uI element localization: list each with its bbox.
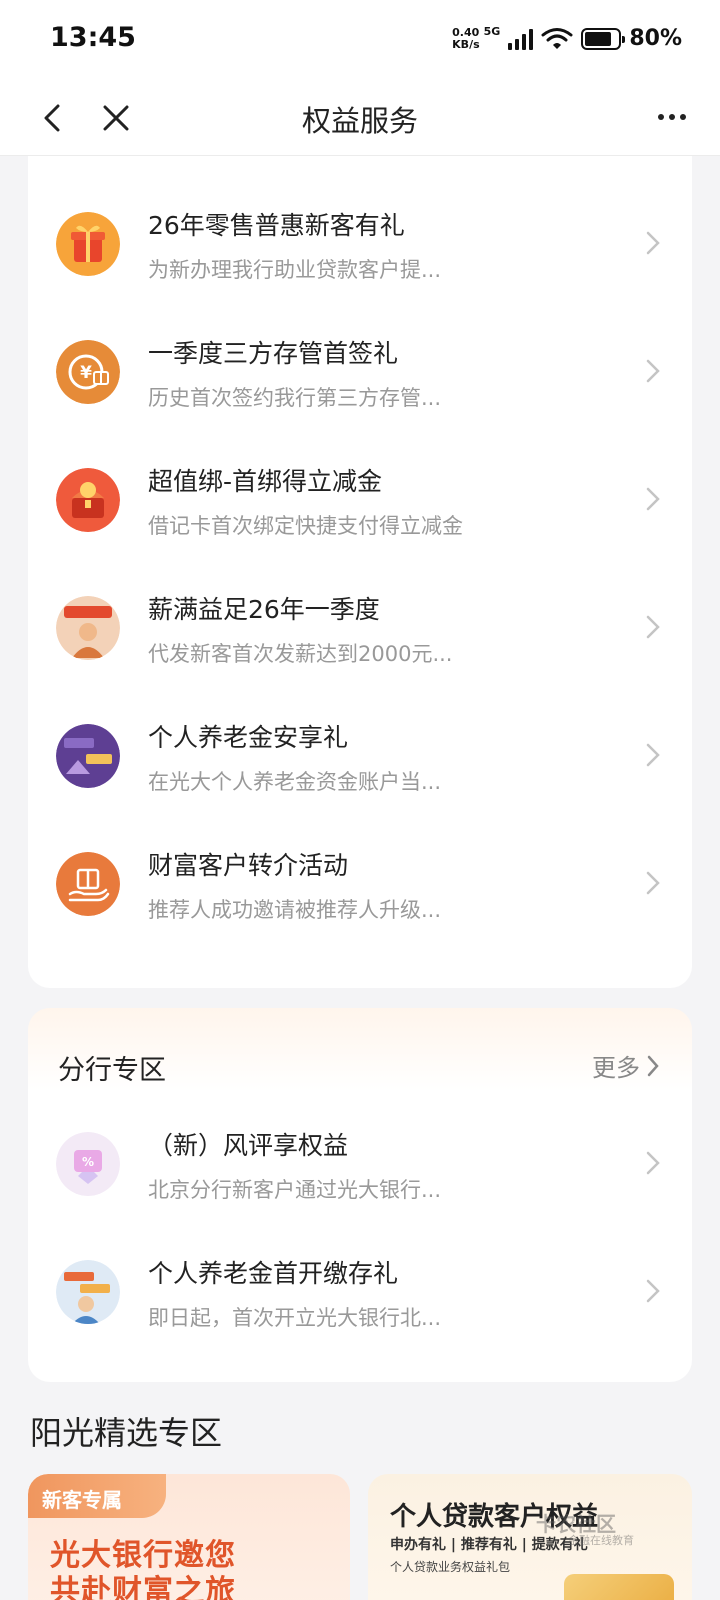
svg-text:%: %	[82, 1155, 94, 1169]
item-title: 薪满益足26年一季度	[148, 595, 380, 624]
nav-bar: 权益服务	[0, 80, 720, 156]
promo-subtitle: 申办有礼 | 推荐有礼 | 提款有礼	[390, 1537, 588, 1553]
list-item[interactable]: 财富客户转介活动 推荐人成功邀请被推荐人升级...	[28, 824, 692, 944]
more-icon[interactable]	[652, 102, 692, 132]
list-item[interactable]: % （新）风评享权益 北京分行新客户通过光大银行...	[28, 1104, 692, 1224]
item-title: 超值绑-首绑得立减金	[148, 467, 383, 496]
wifi-icon	[541, 27, 573, 49]
promo-banner-loan[interactable]: 个人贷款客户权益 申办有礼 | 推荐有礼 | 提款有礼 个人贷款业务权益礼包 卡…	[368, 1474, 692, 1600]
list-item[interactable]: 26年零售普惠新客有礼 为新办理我行助业贷款客户提...	[28, 184, 692, 304]
list-item[interactable]: 个人养老金首开缴存礼 即日起，首次开立光大银行北...	[28, 1232, 692, 1352]
chevron-right-icon	[647, 1055, 659, 1076]
promo-banner-new-customer[interactable]: 新客专属 光大银行邀您 共赴财富之旅	[28, 1474, 350, 1600]
branch-card: 分行专区 更多 % （新）风评享权益 北京分行新客户通过光大银行... 个人养老…	[28, 1008, 692, 1382]
item-subtitle: 代发新客首次发薪达到2000元...	[148, 642, 453, 666]
item-title: 26年零售普惠新客有礼	[148, 211, 405, 240]
item-subtitle: 为新办理我行助业贷款客户提...	[148, 258, 442, 282]
item-subtitle: 即日起，首次开立光大银行北...	[148, 1306, 442, 1330]
net-speed: 0.40 KB/s	[452, 25, 480, 51]
list-item[interactable]: 个人养老金安享礼 在光大个人养老金资金账户当...	[28, 696, 692, 816]
section-title: 阳光精选专区	[30, 1414, 223, 1452]
branch-title: 分行专区	[58, 1055, 166, 1086]
list-item[interactable]: ¥ 一季度三方存管首签礼 历史首次签约我行第三方存管...	[28, 312, 692, 432]
chevron-right-icon	[646, 871, 660, 895]
chevron-right-icon	[646, 743, 660, 767]
item-title: 个人养老金首开缴存礼	[148, 1259, 399, 1288]
list-item[interactable]: 薪满益足26年一季度 代发新客首次发薪达到2000元...	[28, 568, 692, 688]
chevron-right-icon	[646, 231, 660, 255]
more-link[interactable]: 更多	[592, 1048, 660, 1083]
list-item[interactable]: 超值绑-首绑得立减金 借记卡首次绑定快捷支付得立减金	[28, 440, 692, 560]
item-subtitle: 推荐人成功邀请被推荐人升级...	[148, 898, 442, 922]
watermark-sub: 金融在线教育	[568, 1534, 634, 1547]
yuan-gift-icon: ¥	[56, 340, 120, 404]
pension-open-icon	[56, 1260, 120, 1324]
coupon-diamond-icon: %	[56, 1132, 120, 1196]
promo-headline: 光大银行邀您 共赴财富之旅	[50, 1538, 236, 1600]
promo-tag: 新客专属	[28, 1474, 166, 1518]
treasure-chest-icon	[56, 468, 120, 532]
network-type: 5G	[483, 25, 501, 38]
item-subtitle: 历史首次签约我行第三方存管...	[148, 386, 442, 410]
salary-promo-icon	[56, 596, 120, 660]
item-title: 个人养老金安享礼	[148, 723, 349, 752]
page-title: 权益服务	[301, 104, 418, 138]
item-title: （新）风评享权益	[148, 1131, 349, 1160]
gold-card-graphic	[564, 1574, 674, 1600]
svg-text:¥: ¥	[80, 363, 92, 383]
chevron-right-icon	[646, 1151, 660, 1175]
item-subtitle: 借记卡首次绑定快捷支付得立减金	[148, 514, 463, 538]
status-bar: 13:45 0.40 KB/s 5G 80%	[0, 0, 720, 80]
item-title: 一季度三方存管首签礼	[148, 339, 399, 368]
item-subtitle: 北京分行新客户通过光大银行...	[148, 1178, 442, 1202]
benefits-card: 26年零售普惠新客有礼 为新办理我行助业贷款客户提... ¥ 一季度三方存管首签…	[28, 120, 692, 988]
promo-subtitle-secondary: 个人贷款业务权益礼包	[390, 1560, 511, 1574]
chevron-right-icon	[646, 359, 660, 383]
chevron-right-icon	[646, 1279, 660, 1303]
item-title: 财富客户转介活动	[148, 851, 349, 880]
status-time: 13:45	[50, 22, 136, 53]
pension-promo-icon	[56, 724, 120, 788]
signal-icon	[508, 28, 534, 50]
chevron-right-icon	[646, 487, 660, 511]
battery-percent: 80%	[629, 26, 682, 51]
status-icons: 0.40 KB/s 5G 80%	[452, 25, 682, 51]
hand-gift-icon	[56, 852, 120, 916]
battery-icon	[581, 27, 626, 50]
gift-box-icon	[56, 212, 120, 276]
chevron-right-icon	[646, 615, 660, 639]
item-subtitle: 在光大个人养老金资金账户当...	[148, 770, 442, 794]
